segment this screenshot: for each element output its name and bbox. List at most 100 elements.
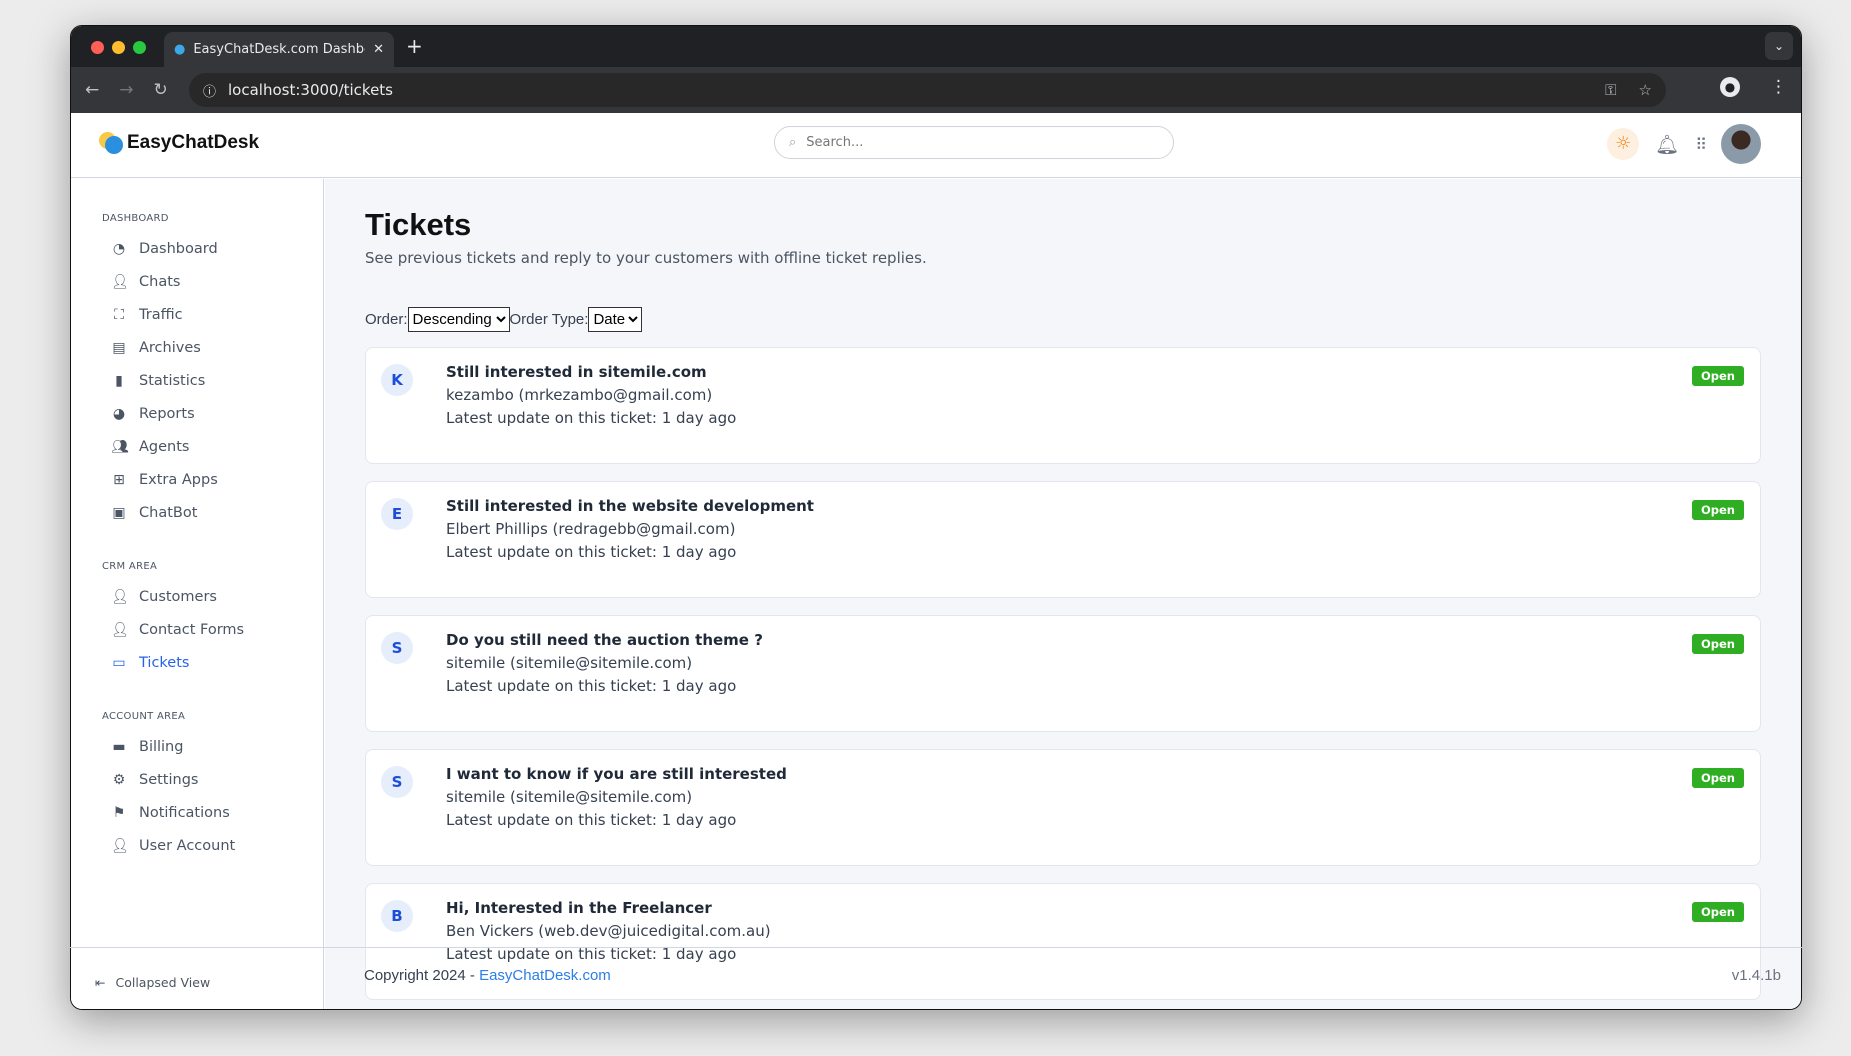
ticket-card[interactable]: E Still interested in the website develo…: [365, 481, 1761, 598]
gauge-icon: ◔: [112, 240, 126, 257]
sidebar-item-reports[interactable]: ◕ Reports: [71, 397, 323, 430]
version-label: v1.4.1b: [1731, 967, 1781, 984]
theme-toggle-sun-icon[interactable]: ☼: [1607, 128, 1640, 160]
sidebar-item-label: ChatBot: [139, 504, 198, 521]
sidebar-item-settings[interactable]: ⚙ Settings: [71, 763, 323, 796]
sidebar-section-title: DASHBOARD: [102, 213, 169, 224]
sidebar-item-statistics[interactable]: ▮ Statistics: [71, 364, 323, 397]
logo-chat-bubbles-icon: [99, 132, 123, 154]
sidebar-item-archives[interactable]: ▤ Archives: [71, 331, 323, 364]
ticket-card[interactable]: S I want to know if you are still intere…: [365, 749, 1761, 866]
ticket-title[interactable]: I want to know if you are still interest…: [446, 763, 787, 786]
app-header: EasyChatDesk ⌕ ☼ 🔔︎ ⠿: [71, 113, 1801, 178]
sidebar-section-title: CRM AREA: [102, 561, 158, 572]
copyright-text: Copyright 2024 -: [364, 967, 480, 984]
sidebar-item-label: Reports: [139, 405, 195, 422]
sidebar-item-customers[interactable]: 👤︎ Customers: [71, 580, 323, 613]
ticket-title[interactable]: Hi, Interested in the Freelancer: [446, 897, 771, 920]
bookmark-star-icon[interactable]: ☆: [1639, 81, 1652, 99]
sidebar-item-label: Tickets: [139, 654, 190, 671]
new-tab-button[interactable]: +: [406, 34, 423, 58]
user-gear-icon: 👤︎: [111, 837, 129, 854]
tab-bar: ● EasyChatDesk.com Dashboard ✕ + ⌄: [71, 26, 1801, 67]
ticket-card[interactable]: S Do you still need the auction theme ? …: [365, 615, 1761, 732]
sidebar-item-traffic[interactable]: ⛶ Traffic: [71, 298, 323, 331]
sidebar-item-billing[interactable]: ▬ Billing: [71, 730, 323, 763]
ticket-sender: Ben Vickers (web.dev@juicedigital.com.au…: [446, 922, 771, 940]
tab-search-button[interactable]: ⌄: [1765, 32, 1793, 60]
ticket-title[interactable]: Still interested in the website developm…: [446, 495, 814, 518]
tab-title: EasyChatDesk.com Dashboard: [193, 42, 365, 57]
ticket-sender: kezambo (mrkezambo@gmail.com): [446, 386, 713, 404]
sidebar-item-dashboard[interactable]: ◔ Dashboard: [71, 232, 323, 265]
ticket-updated: Latest update on this ticket: 1 day ago: [446, 811, 737, 829]
sidebar-item-label: User Account: [139, 837, 236, 854]
site-info-icon[interactable]: ⓘ: [203, 81, 216, 100]
password-key-icon[interactable]: ⚿: [1605, 81, 1616, 99]
ticket-initial-avatar: S: [381, 766, 413, 798]
close-tab-icon[interactable]: ✕: [373, 42, 384, 57]
order-type-select[interactable]: Date: [588, 307, 643, 332]
sidebar: DASHBOARD ◔ Dashboard 👤︎ Chats ⛶ Traffic ▤ Archi…: [71, 179, 324, 1009]
address-bar[interactable]: ⓘ localhost:3000/tickets ⚿ ☆: [189, 73, 1666, 107]
credit-card-icon: ▬: [112, 738, 126, 755]
search-box[interactable]: ⌕: [774, 126, 1174, 159]
browser-menu-icon[interactable]: ⋮: [1770, 77, 1787, 97]
ticket-icon: ▭: [112, 654, 126, 671]
copyright: Copyright 2024 - EasyChatDesk.com: [364, 967, 611, 984]
minimize-window-button[interactable]: [112, 41, 125, 54]
flag-icon: ⚑: [112, 804, 126, 821]
ticket-title[interactable]: Still interested in sitemile.com: [446, 361, 736, 384]
url-text[interactable]: localhost:3000/tickets: [228, 81, 393, 99]
forward-icon[interactable]: →: [119, 80, 133, 100]
favicon-icon: ●: [174, 42, 186, 57]
collapsed-view-button[interactable]: ⇤ Collapsed View: [95, 975, 210, 990]
sidebar-item-agents[interactable]: 👥︎ Agents: [71, 430, 323, 463]
status-badge: Open: [1692, 500, 1744, 520]
user-icon: 👤︎: [111, 273, 129, 290]
sidebar-item-user-account[interactable]: 👤︎ User Account: [71, 829, 323, 862]
maximize-window-button[interactable]: [133, 41, 146, 54]
logo[interactable]: EasyChatDesk: [99, 132, 259, 154]
sidebar-section-title: ACCOUNT AREA: [102, 711, 186, 722]
browser-toolbar: ← → ↻ ⓘ localhost:3000/tickets ⚿ ☆ ● ⋮: [71, 67, 1801, 113]
sidebar-item-chatbot[interactable]: ▣ ChatBot: [71, 496, 323, 529]
profile-icon[interactable]: ●: [1720, 77, 1740, 97]
robot-icon: ▣: [112, 504, 126, 521]
avatar[interactable]: [1721, 124, 1761, 164]
close-window-button[interactable]: [91, 41, 104, 54]
sidebar-item-label: Notifications: [139, 804, 230, 821]
page-subtitle: See previous tickets and reply to your c…: [365, 249, 927, 267]
bell-icon[interactable]: 🔔︎: [1655, 133, 1679, 156]
browser-window: ● EasyChatDesk.com Dashboard ✕ + ⌄ ← → ↻…: [70, 25, 1802, 1010]
sidebar-item-chats[interactable]: 👤︎ Chats: [71, 265, 323, 298]
footer-link[interactable]: EasyChatDesk.com: [479, 967, 611, 984]
order-type-label: Order Type:: [509, 311, 589, 328]
ticket-initial-avatar: K: [381, 364, 413, 396]
search-icon: ⌕: [789, 135, 797, 150]
ticket-title[interactable]: Do you still need the auction theme ?: [446, 629, 763, 652]
users-viewfinder-icon: ⛶: [114, 306, 124, 323]
reload-icon[interactable]: ↻: [154, 80, 168, 100]
ticket-list: K Still interested in sitemile.com kezam…: [365, 347, 1761, 1000]
search-input[interactable]: [806, 135, 1147, 150]
ticket-initial-avatar: E: [381, 498, 413, 530]
sidebar-item-extra-apps[interactable]: ⊞ Extra Apps: [71, 463, 323, 496]
collapse-label: Collapsed View: [115, 975, 211, 990]
archive-box-icon: ▤: [112, 339, 126, 356]
back-icon[interactable]: ←: [85, 80, 99, 100]
sidebar-item-contact-forms[interactable]: 👤︎ Contact Forms: [71, 613, 323, 646]
ticket-updated: Latest update on this ticket: 1 day ago: [446, 409, 737, 427]
sidebar-item-label: Agents: [139, 438, 190, 455]
sidebar-item-tickets[interactable]: ▭ Tickets: [71, 646, 323, 679]
ticket-sender: sitemile (sitemile@sitemile.com): [446, 654, 693, 672]
footer-divider: [70, 947, 1802, 948]
sidebar-item-notifications[interactable]: ⚑ Notifications: [71, 796, 323, 829]
apps-grid-icon[interactable]: ⠿: [1695, 135, 1707, 154]
bar-chart-icon: ▮: [115, 372, 123, 389]
user-plus-icon: 👤︎: [111, 588, 129, 605]
order-select[interactable]: Descending: [407, 307, 510, 332]
collapse-arrow-icon: ⇤: [95, 975, 106, 990]
browser-tab[interactable]: ● EasyChatDesk.com Dashboard ✕: [164, 32, 394, 67]
ticket-card[interactable]: K Still interested in sitemile.com kezam…: [365, 347, 1761, 464]
